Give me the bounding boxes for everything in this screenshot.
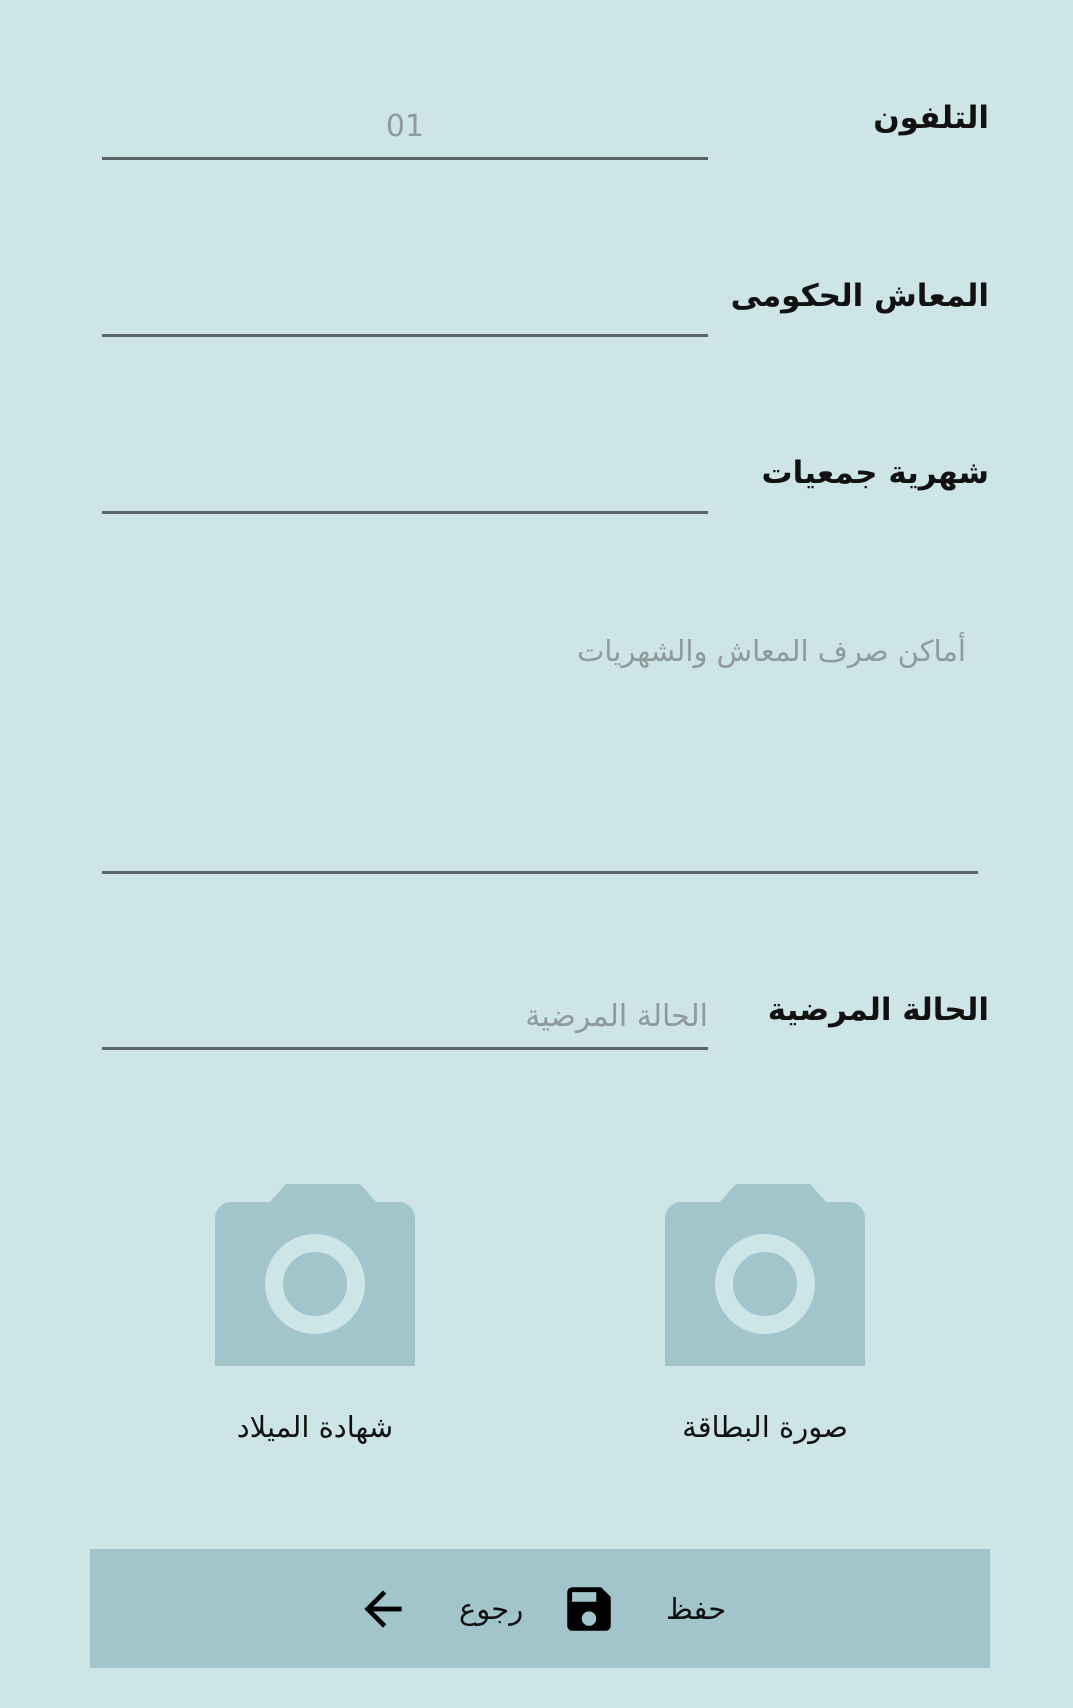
camera-icon <box>665 1184 865 1366</box>
birth-cert-photo-label: شهادة الميلاد <box>236 1410 394 1444</box>
id-card-photo-label: صورة البطاقة <box>682 1410 848 1444</box>
back-label: رجوع <box>459 1591 524 1626</box>
phone-label: التلفون <box>873 100 989 136</box>
arrow-left-icon <box>364 1589 402 1628</box>
gov-pension-label: المعاش الحكومى <box>730 278 989 314</box>
save-label: حفظ <box>666 1591 727 1626</box>
medical-status-field-container <box>102 986 710 1050</box>
payment-places-textarea[interactable] <box>102 622 978 871</box>
phone-input[interactable] <box>102 96 708 157</box>
assoc-monthly-field-container <box>102 450 708 514</box>
back-button[interactable]: رجوع <box>355 1549 545 1668</box>
medical-status-input[interactable] <box>102 986 710 1047</box>
save-button[interactable]: حفظ <box>560 1549 860 1668</box>
floppy-disk-icon <box>567 1586 611 1631</box>
assoc-monthly-input[interactable] <box>102 450 708 511</box>
medical-status-label: الحالة المرضية <box>767 992 989 1028</box>
assoc-monthly-label: شهرية جمعيات <box>761 455 989 491</box>
birth-cert-photo-button[interactable]: شهادة الميلاد <box>195 1182 435 1482</box>
camera-icon <box>215 1184 415 1366</box>
gov-pension-field-container <box>102 273 708 337</box>
payment-places-field-container <box>102 622 978 874</box>
bottom-action-bar: حفظ رجوع <box>90 1549 990 1668</box>
id-card-photo-button[interactable]: صورة البطاقة <box>645 1182 885 1482</box>
phone-field-container <box>102 96 708 160</box>
gov-pension-input[interactable] <box>102 273 708 334</box>
